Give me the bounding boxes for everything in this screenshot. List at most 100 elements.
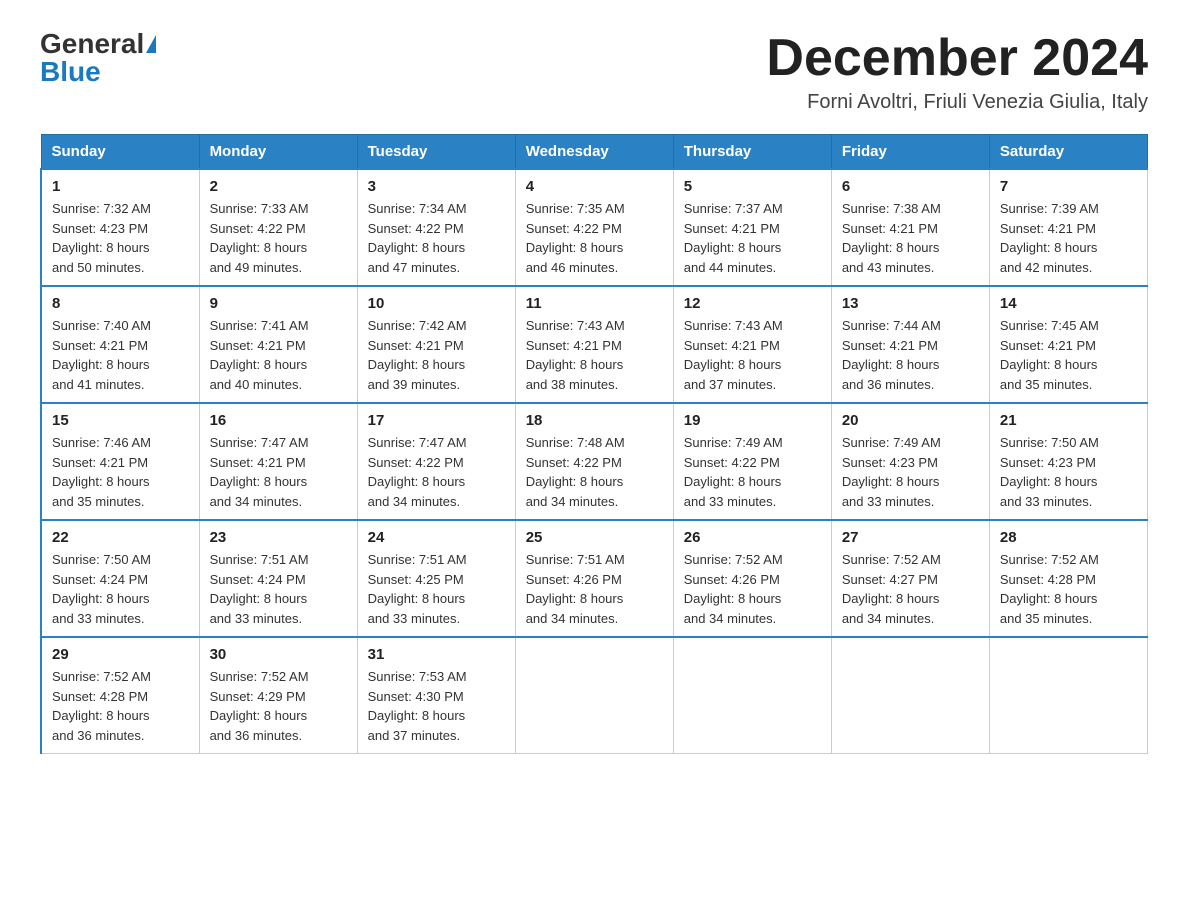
calendar-day-cell: 31 Sunrise: 7:53 AM Sunset: 4:30 PM Dayl… (357, 637, 515, 754)
day-info: Sunrise: 7:37 AM Sunset: 4:21 PM Dayligh… (684, 199, 821, 277)
calendar-table: SundayMondayTuesdayWednesdayThursdayFrid… (40, 134, 1148, 754)
calendar-day-cell: 28 Sunrise: 7:52 AM Sunset: 4:28 PM Dayl… (989, 520, 1147, 637)
day-number: 30 (210, 646, 347, 663)
calendar-week-row: 1 Sunrise: 7:32 AM Sunset: 4:23 PM Dayli… (41, 169, 1148, 286)
day-number: 29 (52, 646, 189, 663)
day-info: Sunrise: 7:47 AM Sunset: 4:22 PM Dayligh… (368, 433, 505, 511)
calendar-day-cell: 19 Sunrise: 7:49 AM Sunset: 4:22 PM Dayl… (673, 403, 831, 520)
day-info: Sunrise: 7:40 AM Sunset: 4:21 PM Dayligh… (52, 316, 189, 394)
calendar-day-cell: 17 Sunrise: 7:47 AM Sunset: 4:22 PM Dayl… (357, 403, 515, 520)
day-number: 16 (210, 412, 347, 429)
calendar-day-cell: 20 Sunrise: 7:49 AM Sunset: 4:23 PM Dayl… (831, 403, 989, 520)
calendar-day-cell: 5 Sunrise: 7:37 AM Sunset: 4:21 PM Dayli… (673, 169, 831, 286)
day-number: 18 (526, 412, 663, 429)
weekday-header-friday: Friday (831, 135, 989, 170)
day-info: Sunrise: 7:51 AM Sunset: 4:24 PM Dayligh… (210, 550, 347, 628)
calendar-week-row: 29 Sunrise: 7:52 AM Sunset: 4:28 PM Dayl… (41, 637, 1148, 754)
calendar-day-cell: 6 Sunrise: 7:38 AM Sunset: 4:21 PM Dayli… (831, 169, 989, 286)
calendar-day-cell: 3 Sunrise: 7:34 AM Sunset: 4:22 PM Dayli… (357, 169, 515, 286)
day-info: Sunrise: 7:50 AM Sunset: 4:23 PM Dayligh… (1000, 433, 1137, 511)
calendar-day-cell: 27 Sunrise: 7:52 AM Sunset: 4:27 PM Dayl… (831, 520, 989, 637)
calendar-day-cell: 15 Sunrise: 7:46 AM Sunset: 4:21 PM Dayl… (41, 403, 199, 520)
calendar-day-cell: 24 Sunrise: 7:51 AM Sunset: 4:25 PM Dayl… (357, 520, 515, 637)
day-number: 12 (684, 295, 821, 312)
page-header: General Blue December 2024 Forni Avoltri… (40, 30, 1148, 114)
day-number: 4 (526, 178, 663, 195)
day-info: Sunrise: 7:50 AM Sunset: 4:24 PM Dayligh… (52, 550, 189, 628)
day-number: 14 (1000, 295, 1137, 312)
day-number: 23 (210, 529, 347, 546)
day-number: 6 (842, 178, 979, 195)
day-info: Sunrise: 7:51 AM Sunset: 4:25 PM Dayligh… (368, 550, 505, 628)
day-number: 15 (52, 412, 189, 429)
day-number: 3 (368, 178, 505, 195)
day-info: Sunrise: 7:33 AM Sunset: 4:22 PM Dayligh… (210, 199, 347, 277)
month-title: December 2024 (766, 30, 1148, 87)
calendar-day-cell: 1 Sunrise: 7:32 AM Sunset: 4:23 PM Dayli… (41, 169, 199, 286)
day-info: Sunrise: 7:52 AM Sunset: 4:28 PM Dayligh… (1000, 550, 1137, 628)
day-info: Sunrise: 7:52 AM Sunset: 4:29 PM Dayligh… (210, 667, 347, 745)
logo-triangle-icon (146, 35, 156, 53)
weekday-header-sunday: Sunday (41, 135, 199, 170)
calendar-day-cell: 22 Sunrise: 7:50 AM Sunset: 4:24 PM Dayl… (41, 520, 199, 637)
calendar-week-row: 22 Sunrise: 7:50 AM Sunset: 4:24 PM Dayl… (41, 520, 1148, 637)
day-number: 21 (1000, 412, 1137, 429)
logo: General Blue (40, 30, 156, 86)
calendar-day-cell: 14 Sunrise: 7:45 AM Sunset: 4:21 PM Dayl… (989, 286, 1147, 403)
day-number: 2 (210, 178, 347, 195)
calendar-day-cell: 12 Sunrise: 7:43 AM Sunset: 4:21 PM Dayl… (673, 286, 831, 403)
day-info: Sunrise: 7:44 AM Sunset: 4:21 PM Dayligh… (842, 316, 979, 394)
calendar-day-cell: 13 Sunrise: 7:44 AM Sunset: 4:21 PM Dayl… (831, 286, 989, 403)
calendar-day-cell: 11 Sunrise: 7:43 AM Sunset: 4:21 PM Dayl… (515, 286, 673, 403)
day-info: Sunrise: 7:35 AM Sunset: 4:22 PM Dayligh… (526, 199, 663, 277)
calendar-day-cell: 30 Sunrise: 7:52 AM Sunset: 4:29 PM Dayl… (199, 637, 357, 754)
day-info: Sunrise: 7:52 AM Sunset: 4:28 PM Dayligh… (52, 667, 189, 745)
day-number: 5 (684, 178, 821, 195)
day-info: Sunrise: 7:53 AM Sunset: 4:30 PM Dayligh… (368, 667, 505, 745)
calendar-day-cell (989, 637, 1147, 754)
day-info: Sunrise: 7:38 AM Sunset: 4:21 PM Dayligh… (842, 199, 979, 277)
calendar-day-cell: 21 Sunrise: 7:50 AM Sunset: 4:23 PM Dayl… (989, 403, 1147, 520)
day-info: Sunrise: 7:52 AM Sunset: 4:26 PM Dayligh… (684, 550, 821, 628)
day-info: Sunrise: 7:42 AM Sunset: 4:21 PM Dayligh… (368, 316, 505, 394)
day-number: 25 (526, 529, 663, 546)
day-number: 19 (684, 412, 821, 429)
day-info: Sunrise: 7:52 AM Sunset: 4:27 PM Dayligh… (842, 550, 979, 628)
weekday-header-tuesday: Tuesday (357, 135, 515, 170)
day-info: Sunrise: 7:39 AM Sunset: 4:21 PM Dayligh… (1000, 199, 1137, 277)
day-number: 22 (52, 529, 189, 546)
day-number: 20 (842, 412, 979, 429)
calendar-day-cell: 2 Sunrise: 7:33 AM Sunset: 4:22 PM Dayli… (199, 169, 357, 286)
logo-general-text: General (40, 30, 144, 58)
day-info: Sunrise: 7:47 AM Sunset: 4:21 PM Dayligh… (210, 433, 347, 511)
day-number: 26 (684, 529, 821, 546)
day-info: Sunrise: 7:34 AM Sunset: 4:22 PM Dayligh… (368, 199, 505, 277)
logo-blue-text: Blue (40, 58, 101, 86)
calendar-day-cell: 9 Sunrise: 7:41 AM Sunset: 4:21 PM Dayli… (199, 286, 357, 403)
day-number: 28 (1000, 529, 1137, 546)
weekday-header-saturday: Saturday (989, 135, 1147, 170)
calendar-day-cell: 23 Sunrise: 7:51 AM Sunset: 4:24 PM Dayl… (199, 520, 357, 637)
calendar-day-cell (673, 637, 831, 754)
calendar-day-cell: 4 Sunrise: 7:35 AM Sunset: 4:22 PM Dayli… (515, 169, 673, 286)
day-info: Sunrise: 7:32 AM Sunset: 4:23 PM Dayligh… (52, 199, 189, 277)
day-info: Sunrise: 7:41 AM Sunset: 4:21 PM Dayligh… (210, 316, 347, 394)
weekday-header-monday: Monday (199, 135, 357, 170)
day-info: Sunrise: 7:48 AM Sunset: 4:22 PM Dayligh… (526, 433, 663, 511)
weekday-header-wednesday: Wednesday (515, 135, 673, 170)
calendar-day-cell: 25 Sunrise: 7:51 AM Sunset: 4:26 PM Dayl… (515, 520, 673, 637)
calendar-day-cell: 26 Sunrise: 7:52 AM Sunset: 4:26 PM Dayl… (673, 520, 831, 637)
calendar-day-cell: 29 Sunrise: 7:52 AM Sunset: 4:28 PM Dayl… (41, 637, 199, 754)
day-info: Sunrise: 7:43 AM Sunset: 4:21 PM Dayligh… (526, 316, 663, 394)
weekday-header-thursday: Thursday (673, 135, 831, 170)
day-number: 10 (368, 295, 505, 312)
calendar-day-cell: 8 Sunrise: 7:40 AM Sunset: 4:21 PM Dayli… (41, 286, 199, 403)
day-number: 9 (210, 295, 347, 312)
day-info: Sunrise: 7:49 AM Sunset: 4:23 PM Dayligh… (842, 433, 979, 511)
day-number: 24 (368, 529, 505, 546)
calendar-day-cell: 10 Sunrise: 7:42 AM Sunset: 4:21 PM Dayl… (357, 286, 515, 403)
day-info: Sunrise: 7:45 AM Sunset: 4:21 PM Dayligh… (1000, 316, 1137, 394)
calendar-day-cell: 18 Sunrise: 7:48 AM Sunset: 4:22 PM Dayl… (515, 403, 673, 520)
calendar-week-row: 8 Sunrise: 7:40 AM Sunset: 4:21 PM Dayli… (41, 286, 1148, 403)
day-number: 7 (1000, 178, 1137, 195)
